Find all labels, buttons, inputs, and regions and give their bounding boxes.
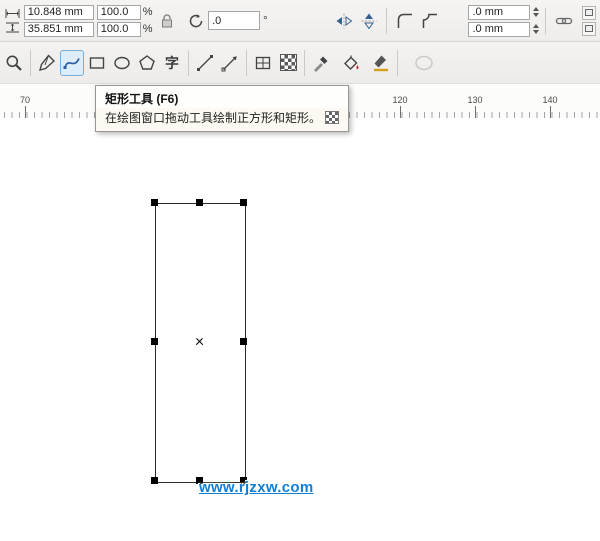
- selection-handle-middle-right[interactable]: [240, 338, 247, 345]
- separator: [386, 8, 387, 34]
- overflow-button-top[interactable]: [582, 6, 596, 20]
- corner-radius-top-spinner[interactable]: [533, 7, 539, 17]
- scalloped-corner-button[interactable]: [419, 9, 442, 33]
- selection-handle-middle-left[interactable]: [151, 338, 158, 345]
- rotation-icon: [187, 12, 205, 30]
- scalloped-corner-icon: [420, 11, 440, 31]
- fill-tool[interactable]: [339, 50, 363, 76]
- lock-ratio-button[interactable]: [156, 9, 179, 33]
- checker-swatch-icon: [325, 111, 339, 124]
- degree-label: °: [263, 15, 267, 27]
- chain-icon: [554, 11, 574, 31]
- text-tool[interactable]: 字: [160, 50, 184, 76]
- tooltip: 矩形工具 (F6) 在绘图窗口拖动工具绘制正方形和矩形。: [95, 85, 349, 132]
- dimension-icon: [195, 53, 215, 73]
- mirror-horizontal-icon: [334, 11, 354, 31]
- percent-h-label: %: [143, 6, 153, 18]
- graph-paper-icon: [253, 53, 273, 73]
- corner-radius-top-field[interactable]: [468, 5, 530, 20]
- eyedropper-tool[interactable]: [309, 50, 333, 76]
- ellipse-tool[interactable]: [110, 50, 134, 76]
- graph-paper-tool[interactable]: [251, 50, 275, 76]
- checkerboard-icon: [280, 54, 297, 71]
- text-tool-glyph: 字: [165, 56, 179, 70]
- freehand-tool[interactable]: [60, 50, 84, 76]
- toolbox: 字: [0, 42, 600, 84]
- round-corner-icon: [395, 11, 415, 31]
- scale-h-field[interactable]: [97, 5, 141, 20]
- property-bar: % % °: [0, 0, 600, 42]
- ruler-label: 130: [467, 95, 482, 105]
- ruler-label: 140: [542, 95, 557, 105]
- overflow-buttons: [582, 6, 596, 36]
- outline-pen-icon: [371, 53, 391, 73]
- polygon-icon: [137, 53, 157, 73]
- percent-v-label: %: [143, 23, 153, 35]
- position-x-icon: [5, 8, 20, 19]
- scale-v-field[interactable]: [97, 22, 141, 37]
- paint-bucket-icon: [341, 53, 361, 73]
- corner-radius-bottom-spinner[interactable]: [533, 24, 539, 34]
- selection-handle-top-right[interactable]: [240, 199, 247, 206]
- object-center-marker: [195, 337, 204, 346]
- tooltip-body: 在绘图窗口拖动工具绘制正方形和矩形。: [96, 108, 348, 131]
- mirror-vertical-icon: [359, 11, 379, 31]
- corner-radius-fields: [468, 5, 539, 37]
- separator: [545, 8, 546, 34]
- selection-handle-top-center[interactable]: [196, 199, 203, 206]
- lock-icon: [158, 12, 176, 30]
- rectangle-tool[interactable]: [85, 50, 109, 76]
- ruler-label: 70: [20, 95, 30, 105]
- separator: [304, 50, 305, 76]
- drawing-canvas[interactable]: www.rjzxw.com: [0, 118, 600, 541]
- shape-tool-disabled: [412, 50, 436, 76]
- ellipse-icon: [112, 53, 132, 73]
- outline-pen-tool[interactable]: [369, 50, 393, 76]
- overflow-button-bottom[interactable]: [582, 22, 596, 36]
- watermark-text: www.rjzxw.com: [199, 479, 313, 496]
- mirror-vertical-button[interactable]: [358, 9, 381, 33]
- edit-corners-together-button[interactable]: [552, 9, 575, 33]
- tooltip-body-text: 在绘图窗口拖动工具绘制正方形和矩形。: [105, 109, 321, 126]
- pen-icon: [37, 53, 57, 73]
- disabled-ellipse-icon: [413, 52, 435, 74]
- separator: [188, 50, 189, 76]
- separator: [397, 50, 398, 76]
- mirror-horizontal-button[interactable]: [332, 9, 355, 33]
- scale-fields: % %: [97, 5, 153, 37]
- connector-icon: [220, 53, 240, 73]
- corner-radius-bottom-field[interactable]: [468, 22, 530, 37]
- rotation-angle-field[interactable]: [208, 11, 260, 30]
- x-position-field[interactable]: [24, 5, 94, 20]
- dimension-tool[interactable]: [193, 50, 217, 76]
- zoom-icon: [4, 53, 24, 73]
- position-icons: [4, 8, 21, 33]
- tooltip-title: 矩形工具 (F6): [96, 86, 348, 108]
- position-y-icon: [5, 22, 20, 33]
- zoom-tool[interactable]: [2, 50, 26, 76]
- y-position-field[interactable]: [24, 22, 94, 37]
- round-corner-button[interactable]: [393, 9, 416, 33]
- freehand-curve-icon: [62, 53, 82, 73]
- transparency-tool[interactable]: [276, 50, 300, 76]
- polygon-tool[interactable]: [135, 50, 159, 76]
- selection-handle-bottom-left[interactable]: [151, 477, 158, 484]
- rectangle-icon: [87, 53, 107, 73]
- separator: [246, 50, 247, 76]
- separator: [30, 50, 31, 76]
- ruler-label: 120: [392, 95, 407, 105]
- eyedropper-icon: [311, 53, 331, 73]
- selection-handle-top-left[interactable]: [151, 199, 158, 206]
- pen-tool[interactable]: [35, 50, 59, 76]
- connector-tool[interactable]: [218, 50, 242, 76]
- position-fields: [24, 5, 94, 37]
